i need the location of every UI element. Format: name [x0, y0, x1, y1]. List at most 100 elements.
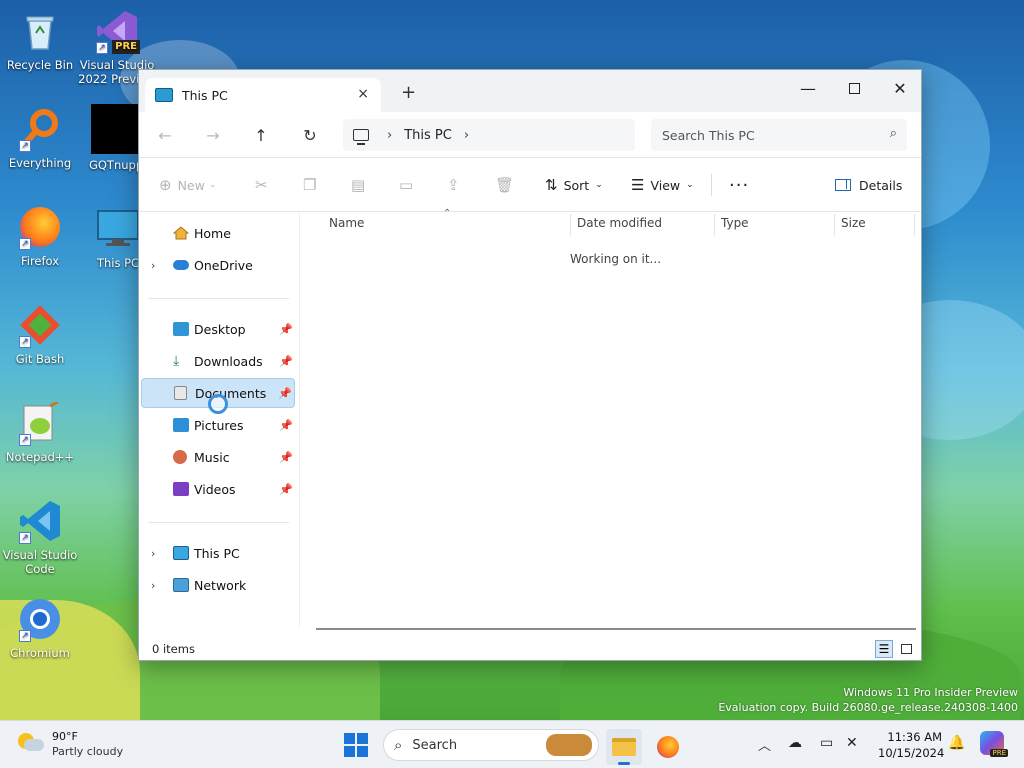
- copilot-button[interactable]: PRE: [980, 731, 1008, 757]
- column-header-size[interactable]: Size: [841, 216, 866, 236]
- close-button[interactable]: ✕: [877, 74, 923, 102]
- desktop-icon-vscode[interactable]: ↗ Visual Studio Code: [0, 498, 80, 576]
- see-more-button[interactable]: ···: [729, 172, 749, 198]
- search-input[interactable]: [662, 127, 872, 143]
- new-button[interactable]: ⊕ New ⌄: [159, 172, 216, 198]
- tab-close-button[interactable]: ×: [357, 86, 369, 102]
- sidebar-item-downloads[interactable]: ⤓ Downloads 📌: [141, 346, 295, 376]
- desktop-icon-firefox[interactable]: ↗ Firefox: [0, 204, 80, 268]
- shortcut-arrow-icon: ↗: [19, 532, 31, 544]
- column-divider[interactable]: [714, 214, 715, 236]
- pin-icon[interactable]: 📌: [279, 451, 293, 464]
- monitor-icon: [155, 88, 173, 102]
- start-button[interactable]: [344, 733, 368, 757]
- column-header-type[interactable]: Type: [721, 216, 749, 236]
- sidebar-item-videos[interactable]: Videos 📌: [141, 474, 295, 504]
- view-lines-icon: ☰: [631, 176, 645, 194]
- sidebar-item-network[interactable]: › Network: [141, 570, 295, 600]
- sidebar-item-onedrive[interactable]: › OneDrive: [141, 250, 295, 280]
- taskbar-firefox[interactable]: [650, 729, 686, 765]
- column-divider[interactable]: [834, 214, 835, 236]
- display-icon[interactable]: ▭: [820, 735, 833, 751]
- breadcrumb-chevron[interactable]: ›: [387, 128, 392, 143]
- navigation-pane[interactable]: Home › OneDrive Desktop 📌 ⤓ Downloads 📌 …: [139, 212, 299, 628]
- sidebar-label: Downloads: [194, 353, 263, 369]
- chromium-icon: ↗: [17, 596, 63, 642]
- sidebar-label: Desktop: [194, 321, 246, 337]
- weather-temperature: 90°F: [52, 730, 78, 743]
- pin-icon[interactable]: 📌: [279, 483, 293, 496]
- pin-icon[interactable]: 📌: [278, 387, 292, 400]
- watermark-line2: Evaluation copy. Build 26080.ge_release.…: [718, 701, 1018, 714]
- notification-bell-icon[interactable]: 🔔: [948, 735, 965, 751]
- rename-button[interactable]: ▭: [399, 172, 419, 198]
- sidebar-item-pictures[interactable]: Pictures 📌: [141, 410, 295, 440]
- column-header-name[interactable]: Name: [329, 216, 364, 236]
- cloud-icon: [173, 260, 189, 270]
- system-clock[interactable]: 11:36 AM 10/15/2024: [878, 729, 945, 761]
- partly-cloudy-icon: [18, 729, 44, 755]
- view-button[interactable]: ☰ View ⌄: [631, 172, 694, 198]
- weather-widget[interactable]: 90°F Partly cloudy: [18, 729, 123, 759]
- search-box[interactable]: ⌕: [651, 119, 907, 151]
- network-status-icon[interactable]: ☁: [788, 735, 802, 751]
- forward-button[interactable]: →: [199, 122, 227, 148]
- desktop-icon-chromium[interactable]: ↗ Chromium: [0, 596, 80, 660]
- expand-chevron-icon[interactable]: ›: [151, 547, 155, 560]
- pin-icon[interactable]: 📌: [279, 323, 293, 336]
- desktop-icon-label: Chromium: [10, 646, 70, 660]
- sort-button[interactable]: ⇅ Sort ⌄: [545, 172, 603, 198]
- column-divider[interactable]: [570, 214, 571, 236]
- busy-cursor-icon: [208, 394, 228, 414]
- recycle-bin-icon: [17, 8, 63, 54]
- pin-icon[interactable]: 📌: [279, 419, 293, 432]
- new-tab-button[interactable]: +: [401, 82, 416, 103]
- expand-chevron-icon[interactable]: ›: [151, 259, 155, 272]
- sidebar-item-this-pc[interactable]: › This PC: [141, 538, 295, 568]
- tab-this-pc[interactable]: This PC ×: [145, 78, 381, 112]
- sidebar-item-music[interactable]: Music 📌: [141, 442, 295, 472]
- horizontal-scrollbar[interactable]: [316, 628, 916, 630]
- watermark-line1: Windows 11 Pro Insider Preview: [843, 686, 1018, 699]
- sidebar-item-home[interactable]: Home: [141, 218, 295, 248]
- maximize-button[interactable]: [831, 74, 877, 102]
- paste-button[interactable]: ▤: [351, 172, 371, 198]
- folder-icon: [612, 738, 636, 756]
- sidebar-item-desktop[interactable]: Desktop 📌: [141, 314, 295, 344]
- desktop-icon-git-bash[interactable]: ↗ Git Bash: [0, 302, 80, 366]
- scissors-icon: ✂: [255, 176, 268, 194]
- show-hidden-icons-button[interactable]: ︿: [758, 735, 771, 754]
- back-button[interactable]: ←: [151, 122, 179, 148]
- cut-button[interactable]: ✂: [255, 172, 274, 198]
- desktop-icon-notepad-plus-plus[interactable]: ↗ Notepad++: [0, 400, 80, 464]
- pre-badge: PRE: [990, 749, 1008, 757]
- volume-muted-icon[interactable]: ✕: [846, 735, 858, 751]
- sidebar-label: This PC: [194, 545, 240, 561]
- desktop-icon-everything[interactable]: ↗ Everything: [0, 106, 80, 170]
- taskbar-search[interactable]: ⌕ Search: [383, 729, 599, 761]
- breadcrumb-chevron[interactable]: ›: [464, 128, 469, 143]
- details-view-button[interactable]: ☰: [875, 640, 893, 658]
- share-button[interactable]: ⇪: [447, 172, 466, 198]
- taskbar-file-explorer[interactable]: [606, 729, 642, 765]
- address-bar[interactable]: › This PC ›: [343, 119, 635, 151]
- pin-icon[interactable]: 📌: [279, 355, 293, 368]
- minimize-button[interactable]: —: [785, 74, 831, 102]
- breadcrumb-this-pc[interactable]: This PC: [404, 128, 452, 143]
- desktop-icon-recycle-bin[interactable]: Recycle Bin: [0, 8, 80, 72]
- git-bash-icon: ↗: [17, 302, 63, 348]
- file-list[interactable]: ⌃ Name Date modified Type Size Working o…: [299, 208, 923, 630]
- file-explorer-window: This PC × + — ✕ ← → ↑ ↻ › This PC › ⌕ ⊕ …: [138, 69, 922, 661]
- up-button[interactable]: ↑: [247, 122, 275, 148]
- clock-date: 10/15/2024: [878, 746, 945, 760]
- trash-icon: 🗑: [495, 176, 515, 194]
- refresh-button[interactable]: ↻: [296, 122, 324, 148]
- copy-button[interactable]: ❐: [303, 172, 322, 198]
- monitor-icon: [95, 206, 141, 252]
- details-pane-button[interactable]: Details: [835, 172, 902, 198]
- large-icons-view-button[interactable]: [897, 640, 915, 658]
- delete-button[interactable]: 🗑: [495, 172, 520, 198]
- column-divider[interactable]: [914, 214, 915, 236]
- column-header-date-modified[interactable]: Date modified: [577, 216, 662, 236]
- expand-chevron-icon[interactable]: ›: [151, 579, 155, 592]
